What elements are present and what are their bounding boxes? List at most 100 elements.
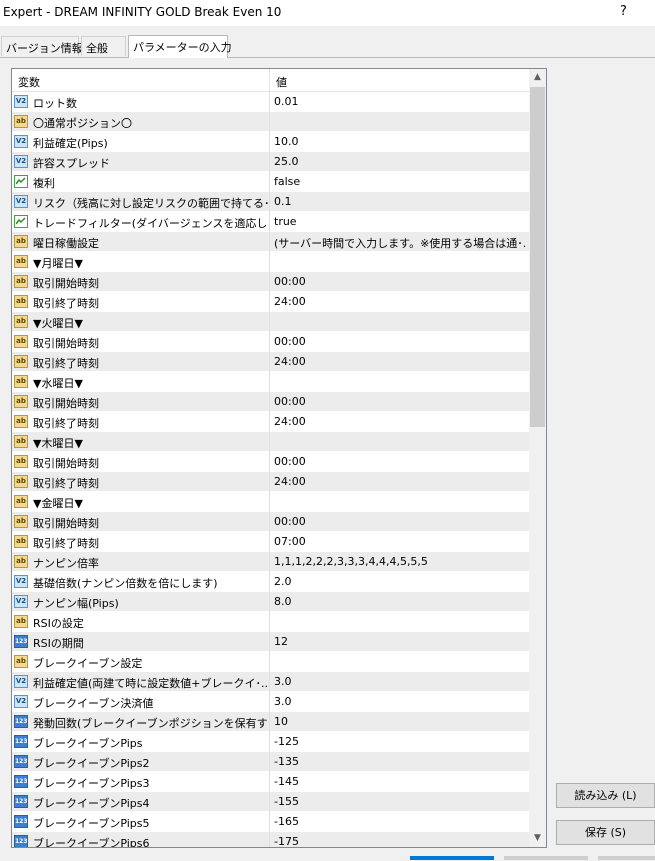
parameter-row[interactable]: ab 取引終了時刻 24:00 — [12, 292, 529, 312]
parameter-row[interactable]: V2 利益確定(Pips) 10.0 — [12, 132, 529, 152]
parameter-value[interactable]: 0.01 — [274, 95, 526, 108]
parameter-row[interactable]: 複利 false — [12, 172, 529, 192]
parameter-value[interactable]: 10 — [274, 715, 526, 728]
ok-button-edge[interactable] — [410, 856, 494, 860]
parameter-row[interactable]: ab ナンピン倍率 1,1,1,2,2,2,3,3,3,4,4,4,5,5,5 — [12, 552, 529, 572]
parameter-row[interactable]: ab 曜日稼働設定 (サーバー時間で入力します。※使用する場合は通･.. — [12, 232, 529, 252]
string-type-icon: ab — [14, 555, 28, 568]
parameter-value[interactable]: 25.0 — [274, 155, 526, 168]
parameter-value[interactable]: (サーバー時間で入力します。※使用する場合は通･.. — [274, 235, 526, 251]
parameter-value[interactable]: 24:00 — [274, 355, 526, 368]
parameter-row[interactable]: 123 ブレークイーブンPips -125 — [12, 732, 529, 752]
cell-divider — [269, 492, 270, 512]
load-button[interactable]: 読み込み (L) — [556, 783, 655, 808]
cell-divider — [269, 332, 270, 352]
parameter-row[interactable]: 123 ブレークイーブンPips6 -175 — [12, 832, 529, 847]
parameter-row[interactable]: ab 取引開始時刻 00:00 — [12, 332, 529, 352]
parameter-value[interactable]: 00:00 — [274, 335, 526, 348]
parameter-value[interactable]: 00:00 — [274, 455, 526, 468]
column-divider[interactable] — [269, 69, 270, 91]
parameter-value[interactable]: 10.0 — [274, 135, 526, 148]
parameter-row[interactable]: V2 基礎倍数(ナンピン倍数を倍にします) 2.0 — [12, 572, 529, 592]
parameter-row[interactable]: ab 取引開始時刻 00:00 — [12, 272, 529, 292]
parameter-name: 取引開始時刻 — [33, 517, 99, 530]
parameter-name: ナンピン幅(Pips) — [33, 597, 119, 610]
parameter-row[interactable]: ab 取引開始時刻 00:00 — [12, 392, 529, 412]
parameter-row[interactable]: ab 取引終了時刻 24:00 — [12, 472, 529, 492]
double-type-icon: V2 — [14, 155, 28, 168]
parameter-row[interactable]: ab ▼金曜日▼ — [12, 492, 529, 512]
parameter-row[interactable]: ab ▼月曜日▼ — [12, 252, 529, 272]
string-type-icon: ab — [14, 515, 28, 528]
parameter-value[interactable]: false — [274, 175, 526, 188]
cancel-button-edge[interactable] — [504, 856, 588, 860]
parameter-row[interactable]: 123 ブレークイーブンPips2 -135 — [12, 752, 529, 772]
parameter-value[interactable]: -155 — [274, 795, 526, 808]
parameter-value[interactable]: 2.0 — [274, 575, 526, 588]
tab-general[interactable]: 全般 — [81, 36, 126, 56]
parameter-value[interactable]: -135 — [274, 755, 526, 768]
parameter-value[interactable]: true — [274, 215, 526, 228]
parameter-row[interactable]: ab 取引開始時刻 00:00 — [12, 512, 529, 532]
reset-button-edge[interactable] — [598, 856, 655, 860]
parameter-name: リスク（残高に対し設定リスクの範囲で持てる･.. — [33, 197, 268, 210]
parameter-value[interactable]: 00:00 — [274, 275, 526, 288]
parameter-row[interactable]: ab ▼木曜日▼ — [12, 432, 529, 452]
parameter-row[interactable]: V2 リスク（残高に対し設定リスクの範囲で持てる･.. 0.1 — [12, 192, 529, 212]
save-button[interactable]: 保存 (S) — [556, 820, 655, 845]
parameter-row[interactable]: 123 RSIの期間 12 — [12, 632, 529, 652]
tab-version-info[interactable]: バージョン情報 — [1, 36, 83, 56]
parameter-row[interactable]: 123 発動回数(ブレークイーブンポジションを保有する･.. 10 — [12, 712, 529, 732]
parameter-value[interactable]: 24:00 — [274, 475, 526, 488]
parameter-row[interactable]: ab 取引終了時刻 07:00 — [12, 532, 529, 552]
string-type-icon: ab — [14, 435, 28, 448]
parameter-value[interactable]: -165 — [274, 815, 526, 828]
parameter-row[interactable]: V2 利益確定値(両建て時に設定数値+ブレークイ･.. 3.0 — [12, 672, 529, 692]
parameter-value[interactable]: -175 — [274, 835, 526, 847]
parameter-value[interactable]: 3.0 — [274, 695, 526, 708]
help-button[interactable]: ? — [620, 4, 627, 19]
parameter-value[interactable]: -145 — [274, 775, 526, 788]
parameter-value[interactable]: 8.0 — [274, 595, 526, 608]
column-header-value[interactable]: 値 — [276, 74, 287, 90]
parameter-row[interactable]: ab ブレークイーブン設定 — [12, 652, 529, 672]
parameter-row[interactable]: トレードフィルター(ダイバージェンスを適応します) true — [12, 212, 529, 232]
boolean-type-icon — [14, 175, 28, 188]
parameter-value[interactable]: 1,1,1,2,2,2,3,3,3,4,4,4,5,5,5 — [274, 555, 526, 568]
parameter-row[interactable]: ab ▼水曜日▼ — [12, 372, 529, 392]
parameter-row[interactable]: V2 ナンピン幅(Pips) 8.0 — [12, 592, 529, 612]
parameter-name: ブレークイーブン決済値 — [33, 697, 154, 710]
parameter-row[interactable]: ab 取引開始時刻 00:00 — [12, 452, 529, 472]
parameter-row[interactable]: V2 許容スプレッド 25.0 — [12, 152, 529, 172]
parameter-row[interactable]: 123 ブレークイーブンPips5 -165 — [12, 812, 529, 832]
parameter-row[interactable]: V2 ロット数 0.01 — [12, 92, 529, 112]
parameter-value[interactable]: 00:00 — [274, 515, 526, 528]
parameter-rows: V2 ロット数 0.01 ab 〇通常ポジション〇 V2 利益確定(Pips) 10.0 V2 許… — [12, 92, 529, 847]
column-header-variable[interactable]: 変数 — [18, 74, 40, 90]
parameter-value[interactable]: 12 — [274, 635, 526, 648]
parameter-row[interactable]: V2 ブレークイーブン決済値 3.0 — [12, 692, 529, 712]
parameter-value[interactable]: 24:00 — [274, 295, 526, 308]
scroll-up-arrow-icon[interactable]: ▲ — [529, 69, 546, 86]
parameter-name: 利益確定(Pips) — [33, 137, 108, 150]
parameter-row[interactable]: ab 取引終了時刻 24:00 — [12, 412, 529, 432]
parameter-value[interactable]: 0.1 — [274, 195, 526, 208]
parameter-row[interactable]: ab 取引終了時刻 24:00 — [12, 352, 529, 372]
scrollbar-thumb[interactable] — [530, 87, 545, 427]
parameter-value[interactable]: -125 — [274, 735, 526, 748]
parameter-row[interactable]: 123 ブレークイーブンPips3 -145 — [12, 772, 529, 792]
tab-parameters[interactable]: パラメーターの入力 — [128, 35, 232, 58]
parameter-value[interactable]: 24:00 — [274, 415, 526, 428]
parameter-value[interactable]: 3.0 — [274, 675, 526, 688]
vertical-scrollbar[interactable]: ▲ ▼ — [529, 69, 546, 847]
parameter-row[interactable]: 123 ブレークイーブンPips4 -155 — [12, 792, 529, 812]
parameter-row[interactable]: ab RSIの設定 — [12, 612, 529, 632]
parameter-row[interactable]: ab 〇通常ポジション〇 — [12, 112, 529, 132]
parameter-value[interactable]: 07:00 — [274, 535, 526, 548]
scroll-down-arrow-icon[interactable]: ▼ — [529, 830, 546, 847]
parameter-row[interactable]: ab ▼火曜日▼ — [12, 312, 529, 332]
parameter-value[interactable]: 00:00 — [274, 395, 526, 408]
string-type-icon: ab — [14, 415, 28, 428]
cell-divider — [269, 392, 270, 412]
string-type-icon: ab — [14, 495, 28, 508]
